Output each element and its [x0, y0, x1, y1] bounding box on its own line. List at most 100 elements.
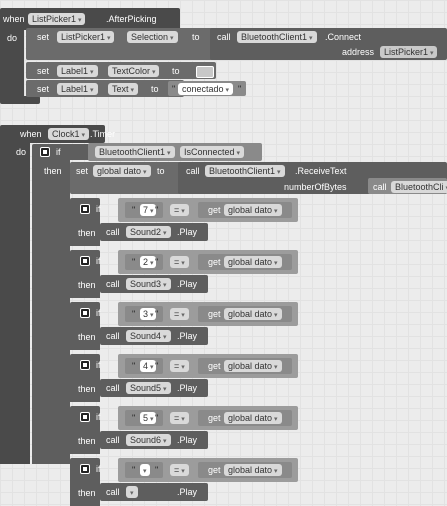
global-var-dropdown[interactable]: global dato — [224, 256, 282, 268]
set-label: set — [37, 66, 50, 76]
if-label: if — [96, 360, 101, 370]
compare-operator-dropdown[interactable]: = — [170, 204, 189, 216]
receivetext-method-label: .ReceiveText — [295, 166, 347, 176]
quote-close: " — [238, 84, 242, 94]
compare-operator-dropdown[interactable]: = — [170, 256, 189, 268]
string-value[interactable]: conectado — [178, 83, 234, 95]
play-method-label: .Play — [177, 279, 198, 289]
get-label: get — [208, 465, 221, 475]
if-label: if — [96, 464, 101, 474]
call-label: call — [106, 331, 120, 341]
mutator-gear-icon[interactable] — [80, 360, 90, 370]
listpicker-component-dropdown[interactable]: ListPicker1 — [28, 13, 86, 25]
play-method-label: .Play — [177, 383, 198, 393]
label-component-dropdown[interactable]: Label1 — [57, 83, 98, 95]
bluetooth-component-dropdown[interactable]: BluetoothClient1 — [205, 165, 285, 177]
get-label: get — [208, 361, 221, 371]
text-literal-value[interactable] — [140, 464, 150, 476]
text-literal-value[interactable]: 2 — [140, 256, 157, 268]
to-label: to — [172, 66, 180, 76]
listpicker-ref-dropdown[interactable]: ListPicker1 — [380, 46, 438, 58]
mutator-gear-icon[interactable] — [80, 308, 90, 318]
global-var-dropdown[interactable]: global dato — [93, 165, 151, 177]
set-label: set — [37, 32, 50, 42]
do-label: do — [7, 33, 18, 43]
outer-if-spine — [32, 158, 70, 464]
do-label: do — [16, 147, 27, 157]
set-selection-block[interactable] — [26, 28, 216, 60]
then-label: then — [44, 166, 62, 176]
quote-close: " — [155, 413, 159, 423]
call-label: call — [186, 166, 200, 176]
bluetooth-component-dropdown[interactable]: BluetoothClient1 — [237, 31, 317, 43]
quote-close: " — [155, 309, 159, 319]
sound-component-dropdown[interactable]: Sound4 — [126, 330, 171, 342]
sound-component-dropdown[interactable]: Sound3 — [126, 278, 171, 290]
set-text-block[interactable] — [26, 80, 184, 97]
isconnected-property-dropdown[interactable]: IsConnected — [180, 146, 245, 158]
sound-component-dropdown[interactable] — [126, 486, 138, 498]
textcolor-property-dropdown[interactable]: TextColor — [108, 65, 160, 77]
bluetooth-component-dropdown[interactable]: BluetoothClient1 — [95, 146, 175, 158]
mutator-gear-icon[interactable] — [80, 412, 90, 422]
mutator-gear-icon[interactable] — [80, 204, 90, 214]
clock-component-dropdown[interactable]: Clock1 — [48, 128, 89, 140]
play-method-label: .Play — [177, 331, 198, 341]
set-component-dropdown[interactable]: ListPicker1 — [57, 31, 115, 43]
then-label: then — [78, 228, 96, 238]
call-label: call — [106, 487, 120, 497]
global-var-dropdown[interactable]: global dato — [224, 308, 282, 320]
to-label: to — [151, 84, 159, 94]
sound-component-dropdown[interactable]: Sound5 — [126, 382, 171, 394]
to-label: to — [157, 166, 165, 176]
text-literal-value[interactable]: 3 — [140, 308, 157, 320]
play-method-label: .Play — [177, 227, 198, 237]
selection-property-dropdown[interactable]: Selection — [127, 31, 178, 43]
get-label: get — [208, 257, 221, 267]
quote-open: " — [132, 309, 136, 319]
if-label: if — [96, 256, 101, 266]
if-label: if — [56, 147, 61, 157]
global-var-dropdown[interactable]: global dato — [224, 204, 282, 216]
bluetooth-component-dropdown-truncated[interactable]: BluetoothCli — [391, 181, 447, 193]
get-label: get — [208, 413, 221, 423]
call-label: call — [106, 435, 120, 445]
then-label: then — [78, 436, 96, 446]
text-literal-value[interactable]: 7 — [140, 204, 157, 216]
sound-component-dropdown[interactable]: Sound2 — [126, 226, 171, 238]
call-label: call — [106, 279, 120, 289]
sound-component-dropdown[interactable]: Sound6 — [126, 434, 171, 446]
global-var-dropdown[interactable]: global dato — [224, 360, 282, 372]
get-label: get — [208, 205, 221, 215]
when-label: when — [20, 129, 42, 139]
quote-close: " — [155, 465, 159, 475]
quote-open: " — [132, 465, 136, 475]
text-literal-value[interactable]: 5 — [140, 412, 157, 424]
compare-operator-dropdown[interactable]: = — [170, 464, 189, 476]
mutator-gear-icon[interactable] — [40, 147, 50, 157]
compare-operator-dropdown[interactable]: = — [170, 412, 189, 424]
set-label: set — [76, 166, 89, 176]
then-label: then — [78, 332, 96, 342]
label-component-dropdown[interactable]: Label1 — [57, 65, 98, 77]
mutator-gear-icon[interactable] — [80, 464, 90, 474]
event-name-label: .AfterPicking — [106, 14, 157, 24]
set-label: set — [37, 84, 50, 94]
call-label: call — [373, 182, 387, 192]
play-method-label: .Play — [177, 487, 198, 497]
global-var-dropdown[interactable]: global dato — [224, 412, 282, 424]
call-label: call — [106, 383, 120, 393]
global-var-dropdown[interactable]: global dato — [224, 464, 282, 476]
if-label: if — [96, 308, 101, 318]
compare-operator-dropdown[interactable]: = — [170, 360, 189, 372]
play-method-label: .Play — [177, 435, 198, 445]
quote-open: " — [132, 205, 136, 215]
then-label: then — [78, 280, 96, 290]
mutator-gear-icon[interactable] — [80, 256, 90, 266]
compare-operator-dropdown[interactable]: = — [170, 308, 189, 320]
text-property-dropdown[interactable]: Text — [108, 83, 138, 95]
text-literal-value[interactable]: 4 — [140, 360, 157, 372]
get-label: get — [208, 309, 221, 319]
color-swatch[interactable] — [196, 66, 214, 78]
address-arg-label: address — [342, 47, 375, 57]
